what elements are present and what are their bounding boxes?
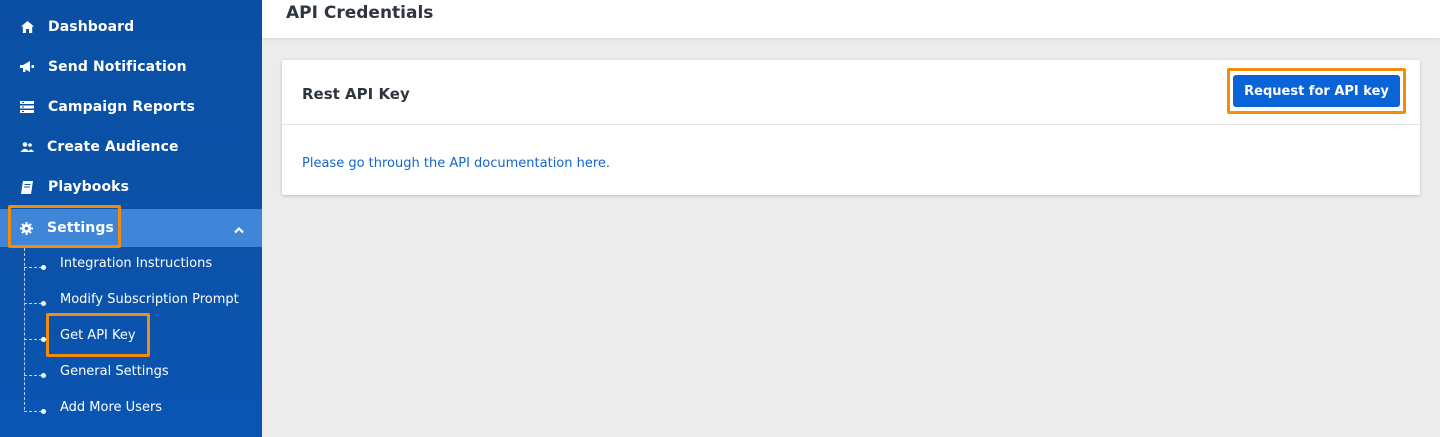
gear-icon (19, 221, 33, 235)
bullet-icon (41, 373, 46, 378)
megaphone-icon (20, 60, 34, 74)
bullet-icon (41, 301, 46, 306)
bullet-icon (41, 409, 46, 414)
submenu-item-label: Get API Key (60, 327, 136, 343)
submenu-item-general-settings[interactable]: General Settings (24, 356, 260, 386)
sidebar-item-settings[interactable]: Settings (0, 209, 262, 247)
bullet-icon (41, 265, 46, 270)
sidebar-item-label: Create Audience (47, 139, 179, 155)
submenu-item-modify-subscription-prompt[interactable]: Modify Subscription Prompt (24, 284, 260, 314)
sidebar-item-playbooks[interactable]: Playbooks (0, 168, 262, 206)
submenu-item-label: Add More Users (60, 399, 163, 415)
audience-icon (20, 140, 34, 154)
sidebar-item-label: Campaign Reports (48, 99, 195, 115)
sidebar: Dashboard Send Notification Campaign Rep… (0, 0, 262, 437)
submenu-item-integration-instructions[interactable]: Integration Instructions (24, 248, 260, 278)
sidebar-item-create-audience[interactable]: Create Audience (0, 128, 262, 166)
sidebar-item-campaign-reports[interactable]: Campaign Reports (0, 88, 262, 126)
submenu-item-get-api-key[interactable]: Get API Key (24, 320, 260, 350)
sidebar-item-label: Playbooks (48, 179, 130, 195)
sidebar-item-dashboard[interactable]: Dashboard (0, 8, 262, 46)
sidebar-item-label: Send Notification (48, 59, 187, 75)
rest-api-key-card: Rest API Key Request for API key Please … (282, 60, 1420, 195)
chevron-up-icon[interactable] (234, 222, 244, 238)
bullet-icon (41, 337, 46, 342)
api-documentation-link[interactable]: Please go through the API documentation … (302, 156, 610, 171)
request-api-key-button[interactable]: Request for API key (1233, 75, 1400, 107)
home-icon (20, 20, 34, 34)
submenu-item-label: General Settings (60, 363, 169, 379)
reports-icon (20, 100, 34, 114)
page-header: API Credentials (262, 0, 1440, 39)
book-icon (20, 180, 34, 194)
card-header: Rest API Key Request for API key (282, 60, 1420, 125)
card-title: Rest API Key (302, 85, 410, 103)
page-title: API Credentials (286, 3, 434, 23)
sidebar-item-label: Settings (47, 220, 114, 236)
submenu-item-add-more-users[interactable]: Add More Users (24, 392, 260, 422)
submenu-item-label: Integration Instructions (60, 255, 213, 271)
sidebar-item-send-notification[interactable]: Send Notification (0, 48, 262, 86)
submenu-item-label: Modify Subscription Prompt (60, 291, 239, 307)
sidebar-item-label: Dashboard (48, 19, 135, 35)
